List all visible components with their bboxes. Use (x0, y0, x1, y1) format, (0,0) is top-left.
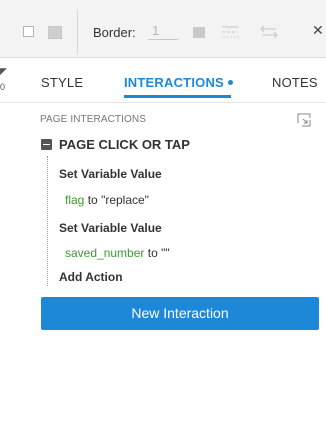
event-label: PAGE CLICK OR TAP (59, 137, 190, 152)
tab-style[interactable]: STYLE (41, 75, 83, 91)
border-label: Border: (93, 25, 136, 40)
new-interaction-button[interactable]: New Interaction (41, 297, 319, 330)
variable-name: saved_number (65, 246, 145, 260)
border-color-swatch-icon[interactable] (193, 27, 205, 38)
line-style-icon[interactable] (220, 24, 240, 40)
tree-connector (47, 156, 48, 286)
action-detail[interactable]: flag to "replace" (65, 193, 149, 207)
arrow-style-icon[interactable] (260, 24, 278, 40)
active-dot-icon (227, 80, 233, 86)
action-detail[interactable]: saved_number to "" (65, 246, 170, 260)
collapse-icon[interactable] (41, 139, 52, 150)
variable-value: "" (161, 246, 170, 260)
tab-interactions[interactable]: INTERACTIONS (124, 75, 233, 91)
action-title[interactable]: Set Variable Value (59, 221, 162, 235)
tab-notes[interactable]: NOTES (272, 75, 318, 91)
variable-value: "replace" (101, 193, 149, 207)
square-outline-icon[interactable] (23, 26, 34, 37)
active-tab-indicator (124, 95, 231, 98)
organize-icon[interactable] (297, 113, 311, 127)
variable-name: flag (65, 193, 85, 207)
action-connector: to (87, 193, 98, 207)
add-action-link[interactable]: Add Action (59, 270, 123, 284)
border-width-input[interactable] (148, 22, 178, 40)
section-label: PAGE INTERACTIONS (40, 114, 146, 125)
toolbar: Border: ✕ (0, 0, 326, 58)
tab-interactions-label: INTERACTIONS (124, 75, 224, 90)
toolbar-divider (77, 10, 78, 54)
close-icon[interactable]: ✕ (312, 22, 324, 38)
action-connector: to (147, 246, 158, 260)
square-filled-icon[interactable] (48, 26, 62, 39)
action-title[interactable]: Set Variable Value (59, 167, 162, 181)
